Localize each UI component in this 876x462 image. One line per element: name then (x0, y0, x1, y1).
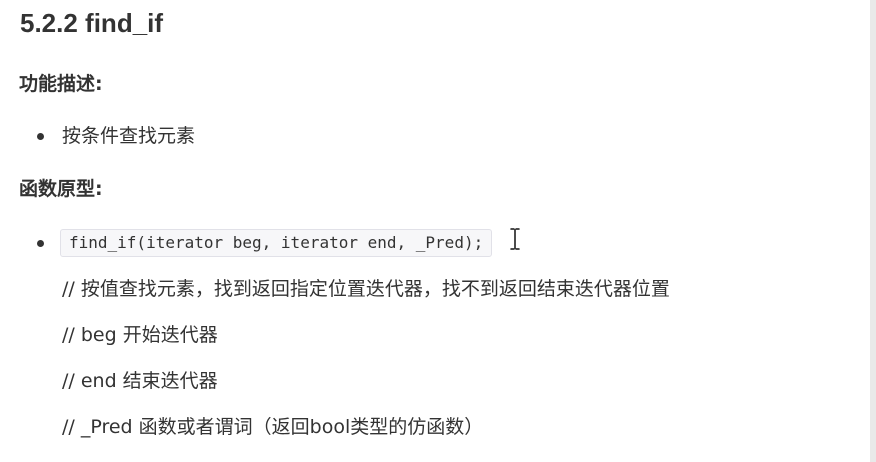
function-description-label: 功能描述: (19, 73, 103, 95)
function-description-item: 按条件查找元素 (62, 125, 196, 147)
comment-line: // end 结束迭代器 (62, 370, 218, 392)
page-title: 5.2.2 find_if (20, 8, 164, 38)
prototype-code: find_if(iterator beg, iterator end, _Pre… (60, 229, 493, 257)
function-prototype-label: 函数原型: (19, 178, 103, 200)
comment-line: // 按值查找元素，找到返回指定位置迭代器，找不到返回结束迭代器位置 (62, 278, 670, 300)
bullet-dot (37, 240, 44, 247)
text-cursor-icon (510, 228, 520, 250)
comment-line: // _Pred 函数或者谓词（返回bool类型的仿函数） (62, 416, 484, 438)
comment-line: // beg 开始迭代器 (62, 324, 218, 346)
document-page: 5.2.2 find_if 功能描述: 按条件查找元素 函数原型: find_i… (0, 0, 876, 462)
bullet-dot (37, 133, 44, 140)
